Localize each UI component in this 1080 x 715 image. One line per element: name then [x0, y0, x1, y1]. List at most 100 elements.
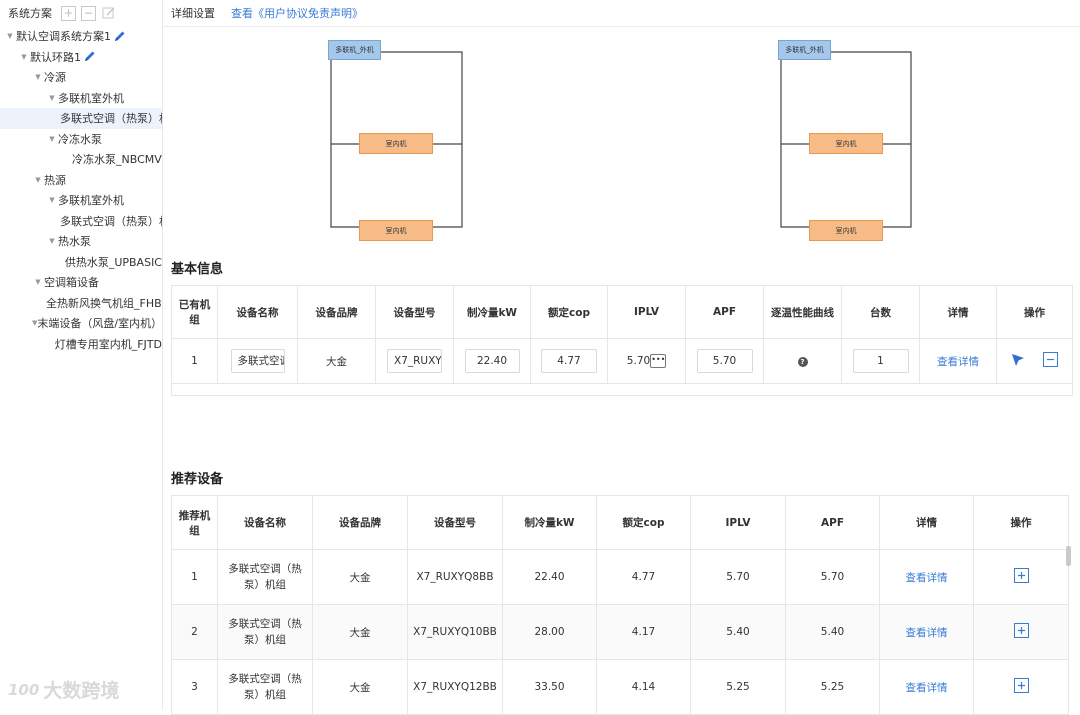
apf-cell: 5.25 [785, 659, 880, 715]
help-icon[interactable]: ? [797, 357, 808, 367]
caret-down-icon[interactable]: ▼ [18, 53, 30, 61]
col-header: 制冷量kW [453, 285, 531, 339]
caret-down-icon[interactable]: ▼ [4, 32, 16, 40]
more-icon[interactable]: ••• [650, 354, 667, 368]
tree-node[interactable]: ▼ 多联机室外机 [0, 190, 162, 211]
view-detail-link[interactable]: 查看详情 [906, 627, 948, 639]
brand-cell: 大金 [312, 659, 408, 715]
pencil-icon[interactable] [83, 50, 96, 63]
caret-down-icon[interactable]: ▼ [46, 135, 58, 143]
tree-node-label: 多联式空调（热泵）机组 [60, 214, 162, 228]
outdoor-unit-node[interactable]: 多联机_外机 [778, 40, 831, 60]
select-cursor-icon[interactable] [1011, 353, 1025, 367]
caret-down-icon[interactable]: ▼ [46, 94, 58, 102]
tree-node[interactable]: 多联式空调（热泵）机组 [0, 211, 162, 232]
iplv-cell: 5.40 [690, 604, 786, 660]
col-header: 操作 [996, 285, 1073, 339]
add-icon[interactable]: + [61, 5, 76, 21]
tree-node[interactable]: ▼ 多联机室外机 [0, 88, 162, 109]
indoor-unit-node[interactable]: 室内机 [809, 220, 883, 241]
view-detail-link[interactable]: 查看详情 [906, 682, 948, 694]
tree-node[interactable]: ▼ 冷冻水泵 [0, 129, 162, 150]
cop-cell: 4.17 [596, 604, 691, 660]
tree-node[interactable]: ▼ 默认环路1 [0, 47, 162, 68]
edit-icon[interactable] [101, 5, 117, 21]
capacity-cell: 28.00 [502, 604, 597, 660]
col-header: IPLV [607, 285, 686, 339]
iplv-cell: 5.25 [690, 659, 786, 715]
col-header: 设备品牌 [297, 285, 376, 339]
user-agreement-link[interactable]: 查看《用户协议免责声明》 [231, 5, 363, 21]
indoor-unit-node[interactable]: 室内机 [359, 133, 433, 154]
tree-node[interactable]: 灯槽专用室内机_FJTD [0, 334, 162, 355]
name-cell: 多联式空调（热泵）机组 [217, 549, 313, 605]
count-input[interactable]: 1 [852, 349, 909, 373]
add-row-icon[interactable] [1013, 568, 1029, 583]
tree-node[interactable]: ▼ 热水泵 [0, 231, 162, 252]
remove-row-icon[interactable] [1042, 352, 1058, 367]
col-header: 额定cop [530, 285, 608, 339]
basic-header-row: 已有机组 设备名称 设备品牌 设备型号 制冷量kW 额定cop IPLV APF… [171, 285, 1073, 339]
tree-node[interactable]: 冷冻水泵_NBCMV [0, 149, 162, 170]
caret-down-icon[interactable]: ▼ [32, 73, 44, 81]
count-cell: 1 [841, 338, 920, 384]
capacity-cell: 22.40 [502, 549, 597, 605]
col-header: 制冷量kW [502, 495, 597, 550]
sidebar-header: 系统方案 + − [0, 0, 162, 26]
detail-cell: 查看详情 [879, 604, 974, 660]
cop-cell: 4.77 [596, 549, 691, 605]
index-cell: 1 [171, 549, 218, 605]
col-header: 设备名称 [217, 495, 313, 550]
indoor-unit-node[interactable]: 室内机 [359, 220, 433, 241]
cop-input[interactable]: 4.77 [541, 349, 597, 373]
indoor-unit-node[interactable]: 室内机 [809, 133, 883, 154]
action-cell [973, 604, 1069, 660]
tree-node[interactable]: 多联式空调（热泵）机组 [0, 108, 162, 129]
detail-cell: 查看详情 [879, 659, 974, 715]
caret-down-icon[interactable]: ▼ [32, 176, 44, 184]
col-header: APF [685, 285, 764, 339]
col-header: 设备名称 [217, 285, 298, 339]
tree-node[interactable]: 供热水泵_UPBASIC [0, 252, 162, 273]
name-input[interactable]: 多联式空调（热泵）机组 [230, 349, 285, 373]
apf-cell: 5.70 [685, 338, 764, 384]
col-header: 操作 [973, 495, 1069, 550]
pencil-icon[interactable] [113, 30, 126, 43]
tree-node-label: 多联机室外机 [58, 194, 124, 208]
tree-node[interactable]: ▼ 末端设备（风盘/室内机） [0, 313, 162, 334]
tree-node[interactable]: 全热新风换气机组_FHBQ [0, 293, 162, 314]
table-footer-row [171, 383, 1073, 396]
tree-node[interactable]: ▼ 冷源 [0, 67, 162, 88]
col-header: APF [785, 495, 880, 550]
tree-node-label: 多联机室外机 [58, 91, 124, 105]
add-row-icon[interactable] [1013, 678, 1029, 693]
table-row: 3 多联式空调（热泵）机组 大金 X7_RUXYQ12BB 33.50 4.14 5.25 5… [171, 659, 1069, 715]
brand-cell: 大金 [297, 338, 376, 384]
view-detail-link[interactable]: 查看详情 [906, 572, 948, 584]
col-header: 详情 [919, 285, 997, 339]
apf-cell: 5.70 [785, 549, 880, 605]
remove-icon[interactable]: − [81, 5, 96, 21]
scrollbar[interactable] [1066, 546, 1071, 566]
model-input[interactable]: X7_RUXYQ8BB [387, 349, 442, 373]
tree-node[interactable]: ▼ 热源 [0, 170, 162, 191]
caret-down-icon[interactable]: ▼ [46, 196, 58, 204]
system-diagram: 多联机_外机 室内机 室内机 多联机_外机 室内机 室内机 [163, 27, 1080, 252]
system-tree: ▼默认空调系统方案1▼默认环路1▼冷源▼多联机室外机多联式空调（热泵）机组▼冷冻… [0, 26, 162, 354]
tree-node-label: 默认空调系统方案1 [16, 30, 111, 44]
apf-input[interactable]: 5.70 [696, 349, 753, 373]
tree-node-label: 末端设备（风盘/室内机） [37, 317, 163, 331]
tree-node[interactable]: ▼ 默认空调系统方案1 [0, 26, 162, 47]
tree-node[interactable]: ▼ 空调箱设备 [0, 272, 162, 293]
iplv-cell: 5.70 [690, 549, 786, 605]
caret-down-icon[interactable]: ▼ [46, 237, 58, 245]
col-header: 设备型号 [375, 285, 454, 339]
view-detail-link[interactable]: 查看详情 [937, 356, 979, 368]
diagram-lines [330, 51, 912, 228]
col-header: 设备型号 [407, 495, 503, 550]
iplv-cell: 5.70••• [607, 338, 686, 384]
add-row-icon[interactable] [1013, 623, 1029, 638]
capacity-input[interactable]: 22.40 [464, 349, 520, 373]
caret-down-icon[interactable]: ▼ [32, 278, 44, 286]
outdoor-unit-node[interactable]: 多联机_外机 [328, 40, 381, 60]
